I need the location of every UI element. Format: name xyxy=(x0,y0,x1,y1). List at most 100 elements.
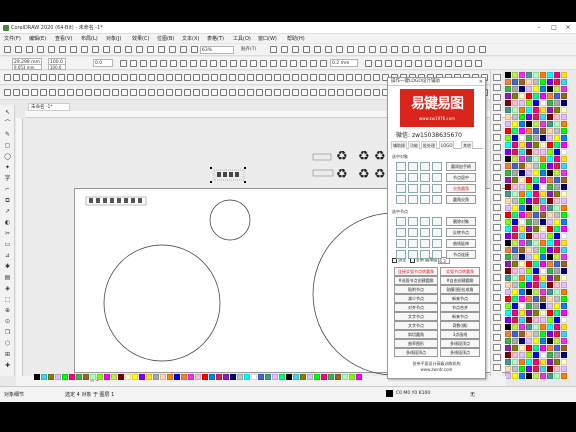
close-button[interactable]: × xyxy=(561,22,575,34)
color-swatch[interactable] xyxy=(540,149,546,155)
toolbar-button-icon[interactable] xyxy=(158,46,165,53)
toolbar-button-icon[interactable] xyxy=(121,89,128,96)
menu-item[interactable]: 文本(X) xyxy=(182,35,199,43)
docker-tab-icon[interactable] xyxy=(493,334,501,341)
color-swatch[interactable] xyxy=(554,317,560,323)
color-swatch[interactable] xyxy=(540,359,546,365)
color-swatch[interactable] xyxy=(533,100,539,106)
toolbar-button-icon[interactable] xyxy=(413,46,420,53)
color-swatch[interactable] xyxy=(533,128,539,134)
plugin-text-button[interactable]: 节点居中 xyxy=(446,173,476,182)
function-button[interactable]: 减少节点 xyxy=(394,294,438,303)
menu-item[interactable]: 位图(B) xyxy=(157,35,174,43)
color-swatch[interactable] xyxy=(505,128,511,134)
toolbox-tool-icon[interactable]: ▢ xyxy=(3,142,12,150)
plugin-text-button[interactable]: 圆角尖角 xyxy=(446,195,476,204)
color-swatch[interactable] xyxy=(512,219,518,225)
function-button[interactable]: 连接实弧节点转圆角 xyxy=(394,267,438,276)
color-swatch[interactable] xyxy=(526,366,532,372)
color-swatch[interactable] xyxy=(540,268,546,274)
color-swatch[interactable] xyxy=(554,268,560,274)
color-swatch[interactable] xyxy=(547,198,553,204)
color-swatch[interactable] xyxy=(307,374,313,380)
menu-item[interactable]: 布局(L) xyxy=(81,35,98,43)
toolbar-button-icon[interactable] xyxy=(325,46,332,53)
color-swatch[interactable] xyxy=(540,240,546,246)
color-swatch[interactable] xyxy=(554,345,560,351)
function-button[interactable]: #自由创建圆角 xyxy=(440,276,480,285)
color-swatch[interactable] xyxy=(272,374,278,380)
color-swatch[interactable] xyxy=(512,254,518,260)
toolbar-button-icon[interactable] xyxy=(310,74,317,81)
docker-tab-icon[interactable] xyxy=(493,104,501,111)
color-swatch[interactable] xyxy=(547,114,553,120)
color-swatch[interactable] xyxy=(519,135,525,141)
toolbar-button-icon[interactable] xyxy=(369,46,376,53)
function-button[interactable]: 新来节点 xyxy=(440,312,480,321)
toolbar-button-icon[interactable] xyxy=(256,74,263,81)
tool-icon-button[interactable] xyxy=(408,184,418,193)
color-swatch[interactable] xyxy=(554,373,560,379)
toolbar-button-icon[interactable] xyxy=(139,74,146,81)
color-swatch[interactable] xyxy=(561,296,567,302)
color-swatch[interactable] xyxy=(237,374,243,380)
color-swatch[interactable] xyxy=(533,212,539,218)
color-swatch[interactable] xyxy=(561,100,567,106)
color-swatch[interactable] xyxy=(561,254,567,260)
toolbar-button-icon[interactable] xyxy=(229,89,236,96)
color-swatch[interactable] xyxy=(146,374,152,380)
toolbar-button-icon[interactable] xyxy=(375,60,382,67)
color-swatch[interactable] xyxy=(512,226,518,232)
color-swatch[interactable] xyxy=(512,198,518,204)
color-swatch[interactable] xyxy=(547,177,553,183)
toolbar-button-icon[interactable] xyxy=(292,89,299,96)
color-swatch[interactable] xyxy=(533,282,539,288)
toolbar-button-icon[interactable] xyxy=(193,74,200,81)
toolbox-tool-icon[interactable]: ⬚ xyxy=(3,296,12,304)
docker-tab-icon[interactable] xyxy=(493,244,501,251)
toolbar-button-icon[interactable] xyxy=(148,74,155,81)
color-swatch[interactable] xyxy=(540,261,546,267)
toolbar-button-icon[interactable] xyxy=(92,46,99,53)
toolbar-button-icon[interactable] xyxy=(112,74,119,81)
toolbar-button-icon[interactable] xyxy=(48,46,55,53)
color-swatch[interactable] xyxy=(519,219,525,225)
color-swatch[interactable] xyxy=(181,374,187,380)
color-swatch[interactable] xyxy=(526,352,532,358)
color-swatch[interactable] xyxy=(526,79,532,85)
color-swatch[interactable] xyxy=(505,191,511,197)
color-swatch[interactable] xyxy=(533,142,539,148)
docker-tab-icon[interactable] xyxy=(493,344,501,351)
color-swatch[interactable] xyxy=(202,374,208,380)
color-swatch[interactable] xyxy=(561,93,567,99)
color-swatch[interactable] xyxy=(540,345,546,351)
docker-tab-icon[interactable] xyxy=(493,134,501,141)
color-swatch[interactable] xyxy=(540,177,546,183)
color-swatch[interactable] xyxy=(547,282,553,288)
tool-icon-button[interactable] xyxy=(420,250,430,259)
color-swatch[interactable] xyxy=(160,374,166,380)
toolbar-button-icon[interactable] xyxy=(355,74,362,81)
color-swatch[interactable] xyxy=(561,366,567,372)
color-swatch[interactable] xyxy=(540,289,546,295)
color-swatch[interactable] xyxy=(540,170,546,176)
toolbar-button-icon[interactable] xyxy=(314,46,321,53)
function-button[interactable]: 文字节点 xyxy=(394,312,438,321)
color-swatch[interactable] xyxy=(547,345,553,351)
color-swatch[interactable] xyxy=(519,191,525,197)
toolbox-tool-icon[interactable]: ⊕ xyxy=(3,307,12,315)
color-swatch[interactable] xyxy=(526,331,532,337)
color-swatch[interactable] xyxy=(554,359,560,365)
color-swatch[interactable] xyxy=(533,191,539,197)
color-swatch[interactable] xyxy=(62,374,68,380)
toolbox-tool-icon[interactable]: 字 xyxy=(3,175,12,183)
color-swatch[interactable] xyxy=(505,247,511,253)
color-swatch[interactable] xyxy=(554,226,560,232)
color-swatch[interactable] xyxy=(505,107,511,113)
color-swatch[interactable] xyxy=(83,374,89,380)
color-swatch[interactable] xyxy=(519,198,525,204)
color-swatch[interactable] xyxy=(554,114,560,120)
color-swatch[interactable] xyxy=(188,374,194,380)
color-swatch[interactable] xyxy=(519,79,525,85)
color-swatch[interactable] xyxy=(216,374,222,380)
